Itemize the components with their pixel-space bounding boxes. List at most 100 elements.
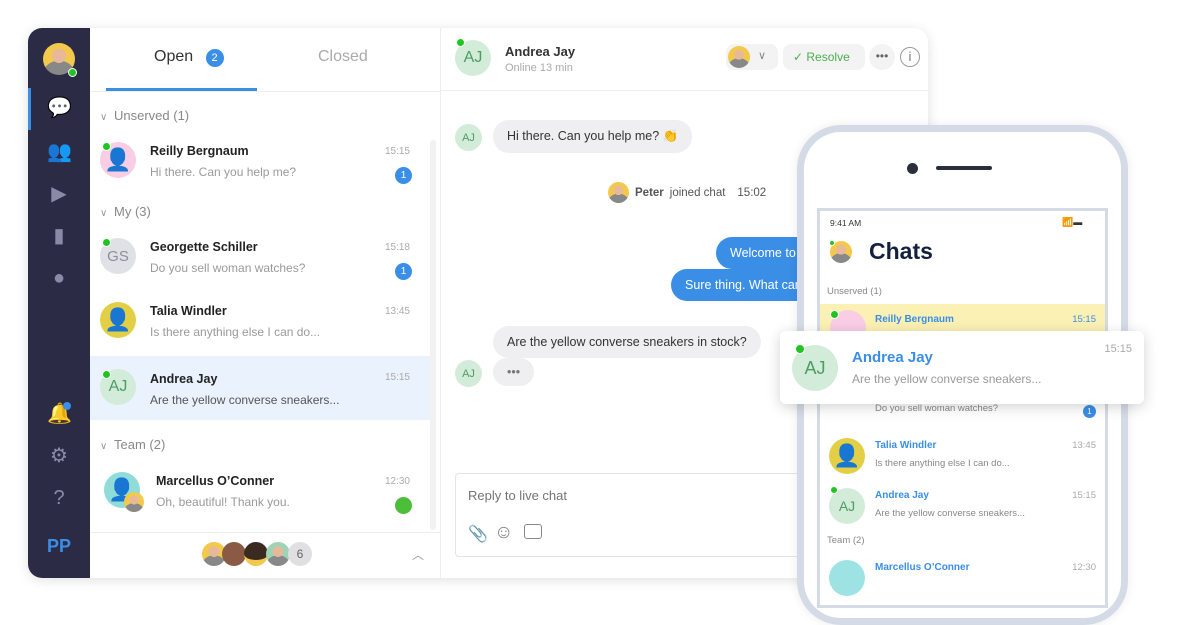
user-avatar[interactable] [829, 240, 852, 263]
contact-name: Marcellus O’Conner [156, 474, 275, 488]
last-message: Are the yellow converse sneakers... [852, 372, 1042, 386]
message-bubble: Hi there. Can you help me? 👏 [493, 120, 693, 153]
more-icon[interactable]: ••• [869, 44, 895, 70]
app-window: 💬 👥 ▶ ▮ ● 🔔 ⚙ ? PP Open 2 Closed ∨ Unserv… [28, 28, 928, 578]
contact-avatar: AJ [455, 360, 482, 387]
divider [90, 91, 441, 92]
section-label: My (3) [114, 204, 151, 219]
bot-icon [395, 497, 412, 514]
section-label: Unserved (1) [827, 286, 882, 297]
contact-name: Reilly Bergnaum [875, 314, 954, 325]
open-count-badge: 2 [205, 49, 224, 67]
section-team[interactable]: ∨ Team (2) [100, 437, 165, 452]
play-icon[interactable]: ▶ [47, 182, 71, 206]
chat-icon[interactable]: 💬 [47, 96, 72, 120]
bell-icon[interactable]: 🔔 [47, 402, 72, 426]
contact-name: Andrea Jay [505, 44, 576, 59]
last-message: Do you sell woman watches? [150, 261, 306, 275]
section-unserved[interactable]: ∨ Unserved (1) [100, 108, 189, 123]
contact-name: Andrea Jay [150, 372, 218, 386]
emoji-icon[interactable]: ☺ [494, 522, 513, 544]
tab-closed[interactable]: Closed [318, 48, 368, 66]
resolve-button[interactable]: ✓ Resolve [783, 44, 865, 70]
info-icon[interactable]: i [900, 47, 920, 67]
contact-name: Marcellus O’Conner [875, 562, 970, 573]
scrollbar[interactable] [430, 140, 436, 530]
message-text: Hi there. Can you help me? [507, 129, 660, 143]
timestamp: 15:15 [384, 372, 410, 383]
resolve-label: Resolve [806, 50, 850, 64]
unread-badge: 1 [395, 263, 412, 280]
timestamp: 12:30 [1072, 562, 1096, 573]
list-item[interactable]: Marcellus O’Conner 12:30 [820, 552, 1105, 604]
timestamp: 15:15 [1072, 314, 1096, 325]
divider [441, 90, 928, 91]
agent-avatar [124, 492, 144, 512]
page-title: Chats [869, 238, 933, 264]
gear-icon[interactable]: ⚙ [47, 444, 71, 468]
timestamp: 15:18 [384, 242, 410, 253]
timestamp: 15:15 [1072, 490, 1096, 501]
system-message: Peter joined chat 15:02 [608, 182, 766, 203]
outgoing-bubble: Sure thing. What can [671, 269, 816, 301]
section-my[interactable]: ∨ My (3) [100, 204, 151, 219]
last-message: Are the yellow converse sneakers... [150, 393, 340, 407]
status-time: 9:41 AM [830, 218, 862, 228]
speaker [936, 166, 992, 170]
camera [907, 163, 918, 174]
chevron-down-icon: ∨ [100, 441, 108, 452]
wifi-battery-icon: 📶▬ [1062, 217, 1083, 227]
last-message: Hi there. Can you help me? [150, 165, 297, 179]
agent-name: Peter [635, 186, 664, 199]
contact-status: Online 13 min [505, 62, 573, 74]
section-label: Team (2) [114, 437, 166, 452]
logo: PP [47, 536, 72, 556]
timestamp: 15:02 [737, 186, 767, 199]
list-item[interactable]: AJ Andrea Jay Are the yellow converse sn… [820, 480, 1105, 532]
last-message: Is there anything else I can do... [150, 325, 321, 339]
list-item[interactable]: 👤 Marcellus O’Conner Oh, beautiful! Than… [90, 464, 430, 528]
list-item[interactable]: 👤 Reilly Bergnaum Hi there. Can you help… [90, 134, 430, 198]
list-item-selected[interactable]: AJ Andrea Jay Are the yellow converse sn… [90, 356, 430, 420]
sidebar: 💬 👥 ▶ ▮ ● 🔔 ⚙ ? PP [28, 28, 90, 578]
check-icon: ✓ [793, 50, 807, 64]
message-bubble: Are the yellow converse sneakers in stoc… [493, 326, 761, 358]
chevron-down-icon: ∨ [758, 50, 767, 62]
help-icon[interactable]: ? [47, 486, 71, 510]
active-indicator [28, 88, 31, 130]
section-label: Team (2) [827, 535, 865, 546]
paperclip-icon[interactable]: 📎 [468, 524, 488, 544]
avatar: 👤 [100, 142, 136, 178]
list-item[interactable]: 👤 Talia Windler Is there anything else I… [820, 430, 1105, 482]
canned-response-icon[interactable] [524, 524, 542, 539]
list-item[interactable]: 👤 Talia Windler Is there anything else I… [90, 294, 430, 358]
user-avatar[interactable] [43, 43, 77, 77]
reports-icon[interactable]: ▮ [47, 224, 71, 248]
divider [90, 532, 441, 533]
clap-emoji: 👏 [662, 129, 679, 143]
last-message: Do you sell woman watches? [875, 403, 999, 414]
timestamp: 15:15 [1104, 343, 1132, 355]
last-message: Is there anything else I can do... [875, 458, 1010, 469]
notification-card[interactable]: AJ Andrea Jay Are the yellow converse sn… [780, 331, 1144, 404]
system-text: joined chat [669, 186, 726, 199]
reply-input[interactable] [468, 488, 768, 503]
visitors-icon[interactable]: 👥 [47, 140, 72, 164]
chevron-up-icon[interactable]: ︿ [412, 546, 424, 563]
chevron-down-icon: ∨ [100, 208, 108, 219]
last-message: Oh, beautiful! Thank you. [156, 495, 290, 509]
assign-agent-dropdown[interactable]: ∨ [726, 44, 778, 70]
tab-open[interactable]: Open 2 [154, 48, 224, 67]
conversation-list: Open 2 Closed ∨ Unserved (1) 👤 Reilly Ber… [90, 28, 441, 578]
outgoing-bubble: Welcome to [716, 237, 810, 269]
tab-label: Open [154, 48, 194, 65]
bot-icon[interactable]: ● [47, 266, 71, 290]
last-message: Are the yellow converse sneakers... [875, 508, 1025, 519]
timestamp: 15:15 [384, 146, 410, 157]
contact-name: Andrea Jay [852, 349, 933, 366]
unread-badge: 1 [395, 167, 412, 184]
list-item[interactable]: GS Georgette Schiller Do you sell woman … [90, 230, 430, 294]
online-agents[interactable]: 6 [202, 542, 322, 568]
section-label: Unserved (1) [114, 108, 190, 123]
contact-name: Reilly Bergnaum [150, 144, 249, 158]
